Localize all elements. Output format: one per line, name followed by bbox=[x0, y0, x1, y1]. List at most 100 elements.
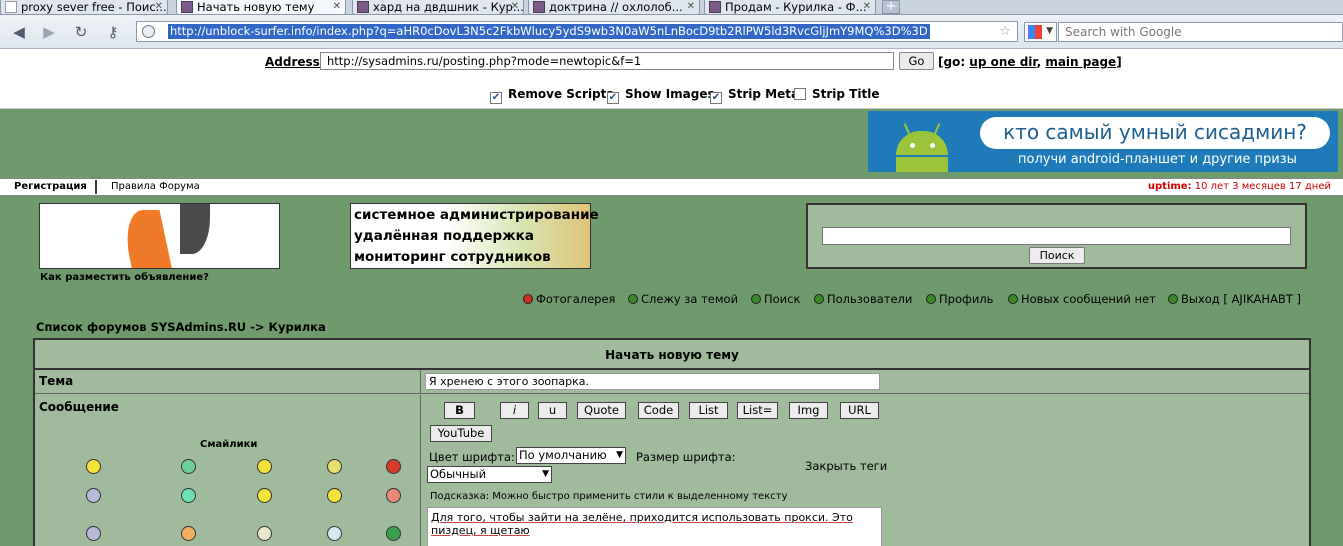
font-size-select[interactable]: Обычный ▼ bbox=[427, 466, 552, 483]
ninja-smiley-icon[interactable] bbox=[257, 526, 272, 541]
idea-smiley-icon[interactable] bbox=[327, 526, 342, 541]
main-page-link[interactable]: main page bbox=[1045, 55, 1116, 69]
message-row: Сообщение Смайлики B i u Quote Code List… bbox=[35, 395, 1309, 546]
register-link[interactable]: Регистрация bbox=[14, 181, 87, 192]
new-tab-button[interactable]: + bbox=[882, 0, 900, 14]
site-logo[interactable] bbox=[39, 203, 280, 269]
go-suffix: ] bbox=[1116, 55, 1122, 69]
chevron-down-icon: ▼ bbox=[1046, 26, 1053, 36]
laugh-smiley-icon[interactable] bbox=[181, 526, 196, 541]
url-button[interactable]: URL bbox=[840, 402, 879, 419]
checkbox-checked[interactable]: ✔ bbox=[490, 92, 502, 104]
go-button[interactable]: Go bbox=[899, 52, 934, 70]
tab-hard-dvd[interactable]: хард на двдшник - Кур... ✕ bbox=[352, 0, 524, 14]
quote-button[interactable]: Quote bbox=[577, 402, 626, 419]
menu-photo-gallery[interactable]: Фотогалерея bbox=[523, 292, 615, 306]
menu-label: Слежу за темой bbox=[641, 292, 739, 306]
font-color-select[interactable]: По умолчанию ▼ bbox=[516, 447, 626, 464]
message-label-cell: Сообщение Смайлики bbox=[35, 395, 421, 546]
address-input[interactable]: http://sysadmins.ru/posting.php?mode=new… bbox=[320, 52, 894, 70]
cool-smiley-icon[interactable] bbox=[181, 488, 196, 503]
menu-search[interactable]: Поиск bbox=[751, 292, 800, 306]
smilies-title: Смайлики bbox=[200, 439, 258, 450]
confused-smiley-icon[interactable] bbox=[327, 459, 342, 474]
menu-label: Выход [ AJIKAHABT ] bbox=[1181, 292, 1301, 306]
up-one-dir-link[interactable]: up one dir bbox=[969, 55, 1036, 69]
option-strip-title[interactable]: Strip Title bbox=[794, 87, 879, 101]
key-icon[interactable]: ⚷ bbox=[104, 23, 122, 41]
tab-new-topic[interactable]: Начать новую тему ✕ bbox=[176, 0, 346, 14]
angry-smiley-icon[interactable] bbox=[386, 459, 401, 474]
checkbox-checked[interactable]: ✔ bbox=[607, 92, 619, 104]
checkbox-unchecked[interactable] bbox=[794, 88, 806, 100]
close-tab-icon[interactable]: ✕ bbox=[687, 0, 695, 14]
bold-button[interactable]: B bbox=[444, 402, 475, 419]
grin-smiley-icon[interactable] bbox=[181, 459, 196, 474]
wink-smiley-icon[interactable] bbox=[327, 488, 342, 503]
green-smiley-icon[interactable] bbox=[386, 526, 401, 541]
android-banner[interactable]: кто самый умный сисадмин? получи android… bbox=[868, 111, 1338, 172]
close-tab-icon[interactable]: ✕ bbox=[333, 0, 341, 14]
option-strip-meta[interactable]: ✔ Strip Meta bbox=[710, 87, 799, 104]
checkbox-checked[interactable]: ✔ bbox=[710, 92, 722, 104]
forward-arrow-icon[interactable]: ▶ bbox=[40, 23, 58, 41]
tab-label: Продам - Курилка - Ф... bbox=[725, 0, 867, 14]
breadcrumb[interactable]: Список форумов SYSAdmins.RU -> Курилка bbox=[36, 320, 326, 334]
shades-smiley-icon[interactable] bbox=[86, 526, 101, 541]
list-button[interactable]: List bbox=[689, 402, 728, 419]
tab-label: доктрина // охлолоб... bbox=[549, 0, 683, 14]
url-text[interactable]: http://unblock-surfer.info/index.php?q=a… bbox=[168, 24, 930, 39]
tab-doctrine[interactable]: доктрина // охлолоб... ✕ bbox=[528, 0, 700, 14]
advertise-link[interactable]: Как разместить объявление? bbox=[40, 272, 209, 283]
rules-link[interactable]: Правила Форума bbox=[111, 181, 200, 192]
tab-sell[interactable]: Продам - Курилка - Ф... ✕ bbox=[704, 0, 876, 14]
kiss-smiley-icon[interactable] bbox=[386, 488, 401, 503]
forum-search-input[interactable] bbox=[822, 227, 1291, 245]
option-show-images[interactable]: ✔ Show Images bbox=[607, 87, 715, 104]
happy-smiley-icon[interactable] bbox=[257, 459, 272, 474]
underline-button[interactable]: u bbox=[538, 402, 567, 419]
new-topic-form: Начать новую тему Тема Я хренею с этого … bbox=[33, 338, 1311, 546]
close-tab-icon[interactable]: ✕ bbox=[863, 0, 871, 14]
code-button[interactable]: Code bbox=[638, 402, 679, 419]
gallery-icon bbox=[523, 294, 533, 304]
menu-profile[interactable]: Профиль bbox=[926, 292, 993, 306]
proxy-bar: Address: http://sysadmins.ru/posting.php… bbox=[0, 49, 1343, 109]
search-input[interactable]: Search with Google bbox=[1058, 22, 1343, 42]
ordered-list-button[interactable]: List= bbox=[737, 402, 778, 419]
youtube-button[interactable]: YouTube bbox=[430, 425, 492, 442]
forum-search-button[interactable]: Поиск bbox=[1029, 247, 1085, 264]
close-tab-icon[interactable]: ✕ bbox=[155, 0, 163, 14]
menu-logout[interactable]: Выход [ AJIKAHABT ] bbox=[1168, 292, 1301, 306]
close-tab-icon[interactable]: ✕ bbox=[511, 0, 519, 14]
services-ad[interactable]: системное администрирование удалённая по… bbox=[350, 203, 599, 269]
chevron-down-icon: ▼ bbox=[542, 469, 549, 479]
sad-smiley-icon[interactable] bbox=[86, 488, 101, 503]
menu-members[interactable]: Пользователи bbox=[814, 292, 912, 306]
menu-watched-topics[interactable]: Слежу за темой bbox=[628, 292, 738, 306]
search-engine-selector[interactable]: ▼ bbox=[1024, 22, 1057, 42]
ad-line: удалённая поддержка bbox=[354, 228, 534, 244]
format-hint: Подсказка: Можно быстро применить стили … bbox=[430, 491, 788, 502]
url-bar[interactable]: http://unblock-surfer.info/index.php?q=a… bbox=[136, 21, 1018, 42]
form-title: Начать новую тему bbox=[35, 340, 1309, 370]
back-arrow-icon[interactable]: ◀ bbox=[10, 23, 28, 41]
message-label: Сообщение bbox=[39, 400, 119, 414]
image-button[interactable]: Img bbox=[789, 402, 828, 419]
option-remove-scripts[interactable]: ✔ Remove Scripts bbox=[490, 87, 614, 104]
logout-icon bbox=[1168, 294, 1178, 304]
smiley-icon[interactable] bbox=[86, 459, 101, 474]
reload-icon[interactable]: ↻ bbox=[72, 23, 90, 41]
bookmark-star-icon[interactable]: ☆ bbox=[999, 24, 1011, 39]
close-tags-link[interactable]: Закрыть теги bbox=[805, 459, 887, 473]
crowd-smiley-icon[interactable] bbox=[257, 488, 272, 503]
navigation-bar: ◀ ▶ ↻ ⚷ http://unblock-surfer.info/index… bbox=[0, 15, 1343, 49]
topic-row: Тема Я хренею с этого зоопарка. bbox=[35, 370, 1309, 394]
italic-button[interactable]: i bbox=[500, 402, 529, 419]
tab-proxy-search[interactable]: proxy sever free - Поис... ✕ bbox=[0, 0, 168, 14]
menu-no-new-messages[interactable]: Новых сообщений нет bbox=[1008, 292, 1156, 306]
tab-bar: proxy sever free - Поис... ✕ Начать нову… bbox=[0, 0, 1343, 15]
message-textarea[interactable]: Для того, чтобы зайти на зелёне, приходи… bbox=[427, 507, 882, 546]
go-prefix: [go: bbox=[938, 55, 970, 69]
topic-input[interactable]: Я хренею с этого зоопарка. bbox=[425, 373, 880, 390]
